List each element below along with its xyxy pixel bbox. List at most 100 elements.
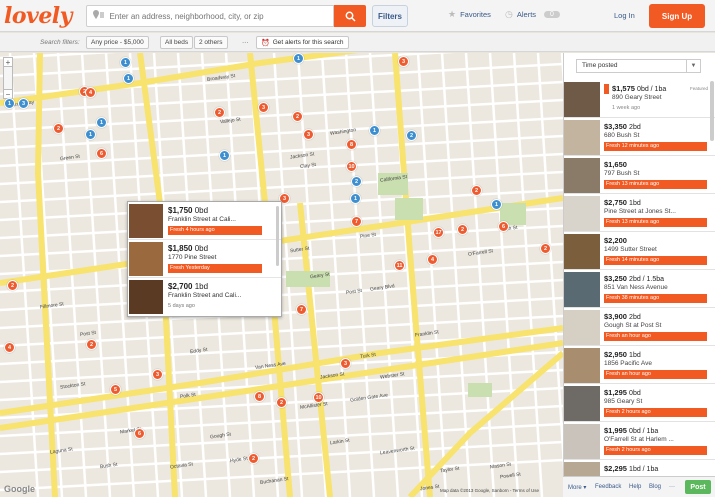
location-pin-icon <box>91 9 109 23</box>
map-marker[interactable]: 4 <box>85 87 96 98</box>
listing-photo <box>564 158 600 193</box>
map-marker[interactable]: 2 <box>248 453 259 464</box>
map-marker[interactable]: 2 <box>53 123 64 134</box>
search-box <box>86 5 334 27</box>
map-marker[interactable]: 2 <box>540 243 551 254</box>
more-dots[interactable]: ··· <box>669 484 675 490</box>
map-marker[interactable]: 8 <box>254 391 265 402</box>
zoom-in-button[interactable]: + <box>3 57 13 67</box>
popup-scrollbar[interactable] <box>276 206 279 266</box>
filters-button[interactable]: Filters <box>372 5 408 27</box>
map-marker[interactable]: 1 <box>219 150 230 161</box>
map-marker[interactable]: 2 <box>214 107 225 118</box>
map-marker[interactable]: 4 <box>427 254 438 265</box>
listing-item[interactable]: $3,900 2bd Gough St at Post St Fresh an ho… <box>564 309 715 346</box>
search-icon <box>345 11 356 22</box>
popup-listing[interactable]: $2,700 1bd Franklin Street and Cali... 5… <box>128 278 281 316</box>
more-menu[interactable]: More ▾ <box>568 484 586 491</box>
alerts-count-badge: 0 <box>544 11 560 18</box>
map-marker[interactable]: 11 <box>394 260 405 271</box>
login-link[interactable]: Log In <box>614 11 635 20</box>
map-marker[interactable]: 2 <box>292 111 303 122</box>
zoom-slider[interactable] <box>3 67 13 89</box>
map-marker[interactable]: 1 <box>96 117 107 128</box>
listing-item[interactable]: $2,200 1499 Sutter Street Fresh 14 minute… <box>564 233 715 270</box>
map-marker[interactable]: 3 <box>258 102 269 113</box>
listing-photo <box>564 82 600 117</box>
popup-listing[interactable]: $1,850 0bd 1770 Pine Street Fresh Yester… <box>128 240 281 278</box>
map-marker[interactable]: 2 <box>276 397 287 408</box>
map-marker[interactable]: 1 <box>350 193 361 204</box>
sort-select[interactable]: Time posted ▼ <box>576 59 701 73</box>
map-marker[interactable]: 2 <box>471 185 482 196</box>
map-marker[interactable]: 3 <box>18 98 29 109</box>
map-marker[interactable]: 8 <box>346 139 357 150</box>
map-marker[interactable]: 1 <box>491 199 502 210</box>
listing-item[interactable]: $2,950 1bd 1856 Pacific Ave Fresh an hour … <box>564 347 715 384</box>
listing-price: $2,295 1bd / 1ba <box>604 464 659 473</box>
map-marker[interactable]: 6 <box>498 221 509 232</box>
listing-price: $3,250 2bd / 1.5ba <box>604 274 665 283</box>
posted-time: 5 days ago <box>168 303 195 309</box>
map-marker[interactable]: 6 <box>96 148 107 159</box>
map-marker[interactable]: 2 <box>406 130 417 141</box>
favorites-label: Favorites <box>460 10 491 19</box>
listing-item[interactable]: $1,295 0bd 985 Geary St Fresh 2 hours ago <box>564 385 715 422</box>
map-marker[interactable]: 2 <box>86 339 97 350</box>
map-marker[interactable]: 1 <box>123 73 134 84</box>
search-button[interactable] <box>334 5 366 27</box>
listing-item[interactable]: $3,350 2bd 680 Bush St Fresh 12 minutes ag… <box>564 119 715 156</box>
map-marker[interactable]: 1 <box>369 125 380 136</box>
others-filter[interactable]: 2 others <box>194 36 228 49</box>
alerts-link[interactable]: ◷ Alerts 0 <box>505 9 560 20</box>
map-marker[interactable]: 1 <box>120 57 131 68</box>
listing-item[interactable]: $1,575 0bd / 1ba Featured 890 Geary Street… <box>564 81 715 118</box>
more-filters[interactable]: ··· <box>238 36 253 49</box>
map-marker[interactable]: 1 <box>293 53 304 64</box>
map-marker[interactable]: 1 <box>85 129 96 140</box>
map[interactable]: + − BroadwayBroadway StVallejo StGreen S… <box>0 53 563 497</box>
alarm-clock-icon: ⏰ <box>261 39 270 47</box>
fresh-badge: Fresh Yesterday <box>168 264 262 273</box>
map-marker[interactable]: 2 <box>457 224 468 235</box>
map-marker[interactable]: 2 <box>7 280 18 291</box>
search-input[interactable] <box>109 11 333 21</box>
map-marker[interactable]: 6 <box>134 428 145 439</box>
map-attribution[interactable]: Map data ©2013 Google, Sanborn - Terms o… <box>440 488 539 493</box>
map-marker[interactable]: 1 <box>4 98 15 109</box>
map-marker[interactable]: 4 <box>4 342 15 353</box>
map-marker[interactable]: 10 <box>313 392 324 403</box>
listing-item[interactable]: $1,995 0bd / 1ba O'Farrell St at Harlem .… <box>564 423 715 460</box>
map-marker[interactable]: 10 <box>346 161 357 172</box>
listing-item[interactable]: $3,250 2bd / 1.5ba 851 Van Ness Avenue Fre… <box>564 271 715 308</box>
map-marker[interactable]: 7 <box>351 216 362 227</box>
fresh-badge: Fresh 2 hours ago <box>604 446 707 455</box>
feedback-link[interactable]: Feedback <box>595 484 621 490</box>
get-alerts-button[interactable]: ⏰ Get alerts for this search <box>256 36 349 49</box>
map-marker[interactable]: 3 <box>152 369 163 380</box>
sidebar-scrollbar[interactable] <box>710 81 714 141</box>
listing-item[interactable]: $1,650 797 Bush St Fresh 13 minutes ago <box>564 157 715 194</box>
favorites-link[interactable]: ★ Favorites <box>448 9 491 20</box>
price-filter[interactable]: Any price - $5,000 <box>86 36 149 49</box>
listing-photo <box>564 272 600 307</box>
blog-link[interactable]: Blog <box>649 484 661 490</box>
map-marker[interactable]: 7 <box>296 304 307 315</box>
fresh-badge: Fresh 12 minutes ago <box>604 142 707 151</box>
logo[interactable]: lovely <box>4 3 72 29</box>
listing-item[interactable]: $2,750 1bd Pine Street at Jones St... Fres… <box>564 195 715 232</box>
map-marker[interactable]: 2 <box>351 176 362 187</box>
signup-button[interactable]: Sign Up <box>649 4 705 28</box>
post-button[interactable]: Post <box>685 480 711 494</box>
help-link[interactable]: Help <box>629 484 641 490</box>
popup-listing[interactable]: $1,750 0bd Franklin Street at Cali... Fr… <box>128 202 281 240</box>
listing-photo <box>564 234 600 269</box>
map-marker[interactable]: 3 <box>398 56 409 67</box>
map-marker[interactable]: 17 <box>433 227 444 238</box>
beds-filter[interactable]: All beds <box>160 36 194 49</box>
map-marker[interactable]: 3 <box>303 129 314 140</box>
listing-price: $1,995 0bd / 1ba <box>604 426 659 435</box>
listing-address: 1499 Sutter Street <box>604 246 657 253</box>
map-marker[interactable]: 5 <box>110 384 121 395</box>
map-marker[interactable]: 3 <box>340 358 351 369</box>
